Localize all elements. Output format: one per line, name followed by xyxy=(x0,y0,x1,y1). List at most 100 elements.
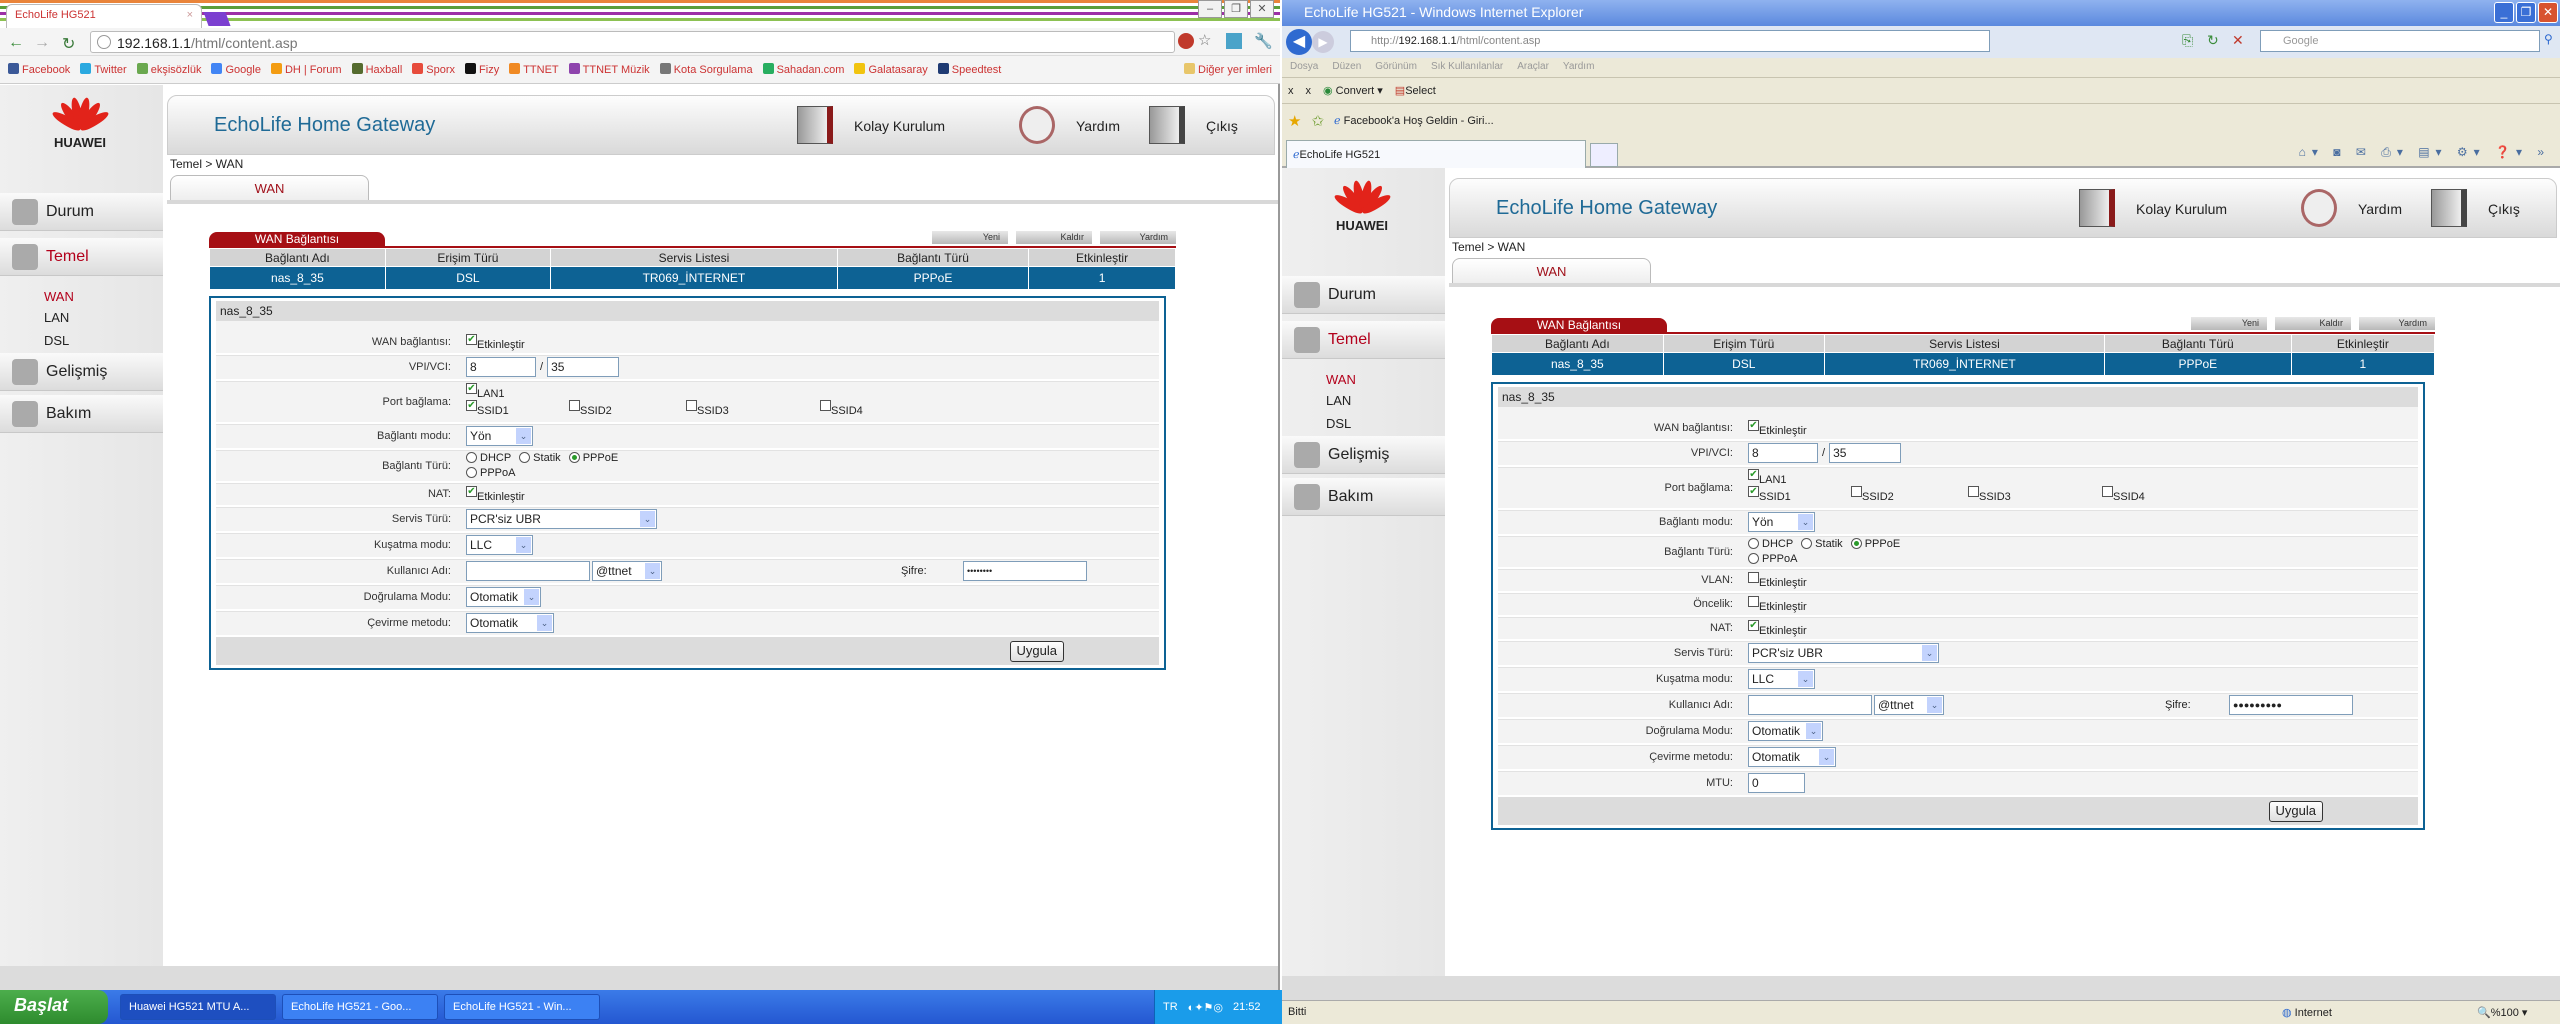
vci-input[interactable]: 35 xyxy=(547,357,620,377)
checkbox[interactable] xyxy=(1748,595,1759,607)
taskbar-item[interactable]: EchoLife HG521 - Goo... xyxy=(282,994,438,1020)
bookmark-item[interactable]: ekşisözlük xyxy=(136,63,201,76)
bookmark-item[interactable]: Kota Sorgulama xyxy=(659,63,753,76)
star-icon[interactable]: ☆ xyxy=(1198,31,1211,49)
checkbox[interactable]: ✔ xyxy=(1748,419,1759,431)
new-tab-button[interactable] xyxy=(1590,143,1618,167)
checkbox-option[interactable]: ✔SSID1 xyxy=(466,400,515,417)
bağlantı-modu-select[interactable]: Yön ⌄ xyxy=(466,426,533,446)
sidebar-subitem-lan[interactable]: LAN xyxy=(1326,393,1351,408)
favorites-star-icon[interactable]: ★ xyxy=(1288,112,1301,130)
wan-button-1[interactable]: Kaldır xyxy=(2275,317,2351,330)
sidebar-item-durum[interactable]: Durum xyxy=(1282,276,1445,314)
wan-button-2[interactable]: Yardım xyxy=(2359,317,2435,330)
sidebar-subitem-dsl[interactable]: DSL xyxy=(44,333,69,348)
username-input[interactable] xyxy=(466,561,590,581)
mtu-input[interactable]: 0 xyxy=(1748,773,1805,793)
wan-button-1[interactable]: Kaldır xyxy=(1016,231,1092,244)
checkbox-option[interactable]: SSID4 xyxy=(2102,486,2151,503)
checkbox[interactable]: ✔ xyxy=(1748,469,1759,480)
checkbox[interactable]: ✔ xyxy=(466,383,477,394)
address-bar[interactable]: http://192.168.1.1/html/content.asp xyxy=(1350,30,1990,52)
close-tab-icon[interactable]: × xyxy=(187,9,193,21)
other-bookmarks[interactable]: Diğer yer imleri xyxy=(1184,63,1272,76)
çevirme-metodu-select[interactable]: Otomatik ⌄ xyxy=(1748,747,1836,767)
checkbox-option[interactable]: ✔Etkinleştir xyxy=(1748,619,1813,637)
close-toolbar-icon[interactable]: x xyxy=(1306,85,1312,97)
domain-select[interactable]: @ttnet ⌄ xyxy=(592,561,662,581)
back-button[interactable]: ◀ xyxy=(1286,29,1312,55)
restore-icon[interactable]: ❐ xyxy=(1224,0,1248,18)
zoom-control[interactable]: 🔍%100 ▾ xyxy=(2477,1006,2527,1019)
radio-option-pppoa[interactable]: PPPoA xyxy=(1748,553,1797,565)
new-tab-button[interactable] xyxy=(203,12,231,26)
sidebar-subitem-dsl[interactable]: DSL xyxy=(1326,416,1351,431)
menu-3[interactable]: Sık Kullanılanlar xyxy=(1431,61,1503,74)
restore-icon[interactable]: ❐ xyxy=(2516,2,2536,23)
checkbox[interactable] xyxy=(2102,486,2113,497)
close-icon[interactable]: ✕ xyxy=(1250,0,1274,18)
bookmark-item[interactable]: Haxball xyxy=(351,63,402,76)
bookmark-item[interactable]: Speedtest xyxy=(937,63,1001,76)
table-row[interactable]: nas_8_35 DSL TR069_İNTERNET PPPoE 1 xyxy=(1491,352,2436,376)
language-indicator[interactable]: TR xyxy=(1163,1001,1178,1013)
checkbox-option[interactable]: SSID3 xyxy=(1968,486,2017,503)
checkbox[interactable]: ✔ xyxy=(1748,486,1759,497)
doğrulama-modu-select[interactable]: Otomatik ⌄ xyxy=(466,587,541,607)
doğrulama-modu-select[interactable]: Otomatik ⌄ xyxy=(1748,721,1823,741)
favorite-link[interactable]: ℯ Facebook'a Hoş Geldin - Giri... xyxy=(1334,114,1494,127)
checkbox-option[interactable]: ✔LAN1 xyxy=(1748,469,1793,486)
servis-türü-select[interactable]: PCR'siz UBR ⌄ xyxy=(466,509,657,529)
bağlantı-modu-select[interactable]: Yön ⌄ xyxy=(1748,512,1815,532)
wan-button-0[interactable]: Yeni xyxy=(2191,317,2267,330)
bookmark-item[interactable]: Sporx xyxy=(412,63,455,76)
checkbox[interactable] xyxy=(569,400,580,411)
start-button[interactable]: Başlat xyxy=(0,990,108,1024)
wrench-icon[interactable]: 🔧 xyxy=(1254,32,1273,50)
compat-icon[interactable]: ⎘ xyxy=(2182,32,2193,49)
checkbox-option[interactable]: ✔Etkinleştir xyxy=(466,485,531,503)
çevirme-metodu-select[interactable]: Otomatik ⌄ xyxy=(466,613,554,633)
sidebar-subitem-wan[interactable]: WAN xyxy=(44,289,74,304)
checkbox-option[interactable]: SSID2 xyxy=(1851,486,1900,503)
minimize-icon[interactable]: – xyxy=(1198,0,1222,18)
taskbar-item[interactable]: EchoLife HG521 - Win... xyxy=(444,994,600,1020)
menu-5[interactable]: Yardım xyxy=(1563,61,1595,74)
checkbox[interactable] xyxy=(1968,486,1979,497)
checkbox[interactable] xyxy=(1748,571,1759,583)
sidebar-item-bakım[interactable]: Bakım xyxy=(1282,478,1445,516)
radio-button[interactable] xyxy=(466,452,477,463)
wan-button-0[interactable]: Yeni xyxy=(932,231,1008,244)
wan-button-2[interactable]: Yardım xyxy=(1100,231,1176,244)
bookmark-item[interactable]: Twitter xyxy=(80,63,127,76)
address-bar[interactable]: 192.168.1.1/html/content.asp xyxy=(90,31,1175,53)
checkbox-option[interactable]: ✔Etkinleştir xyxy=(1748,419,1813,437)
checkbox-option[interactable]: ✔Etkinleştir xyxy=(466,333,531,351)
bookmark-item[interactable]: Facebook xyxy=(8,63,70,76)
forward-icon[interactable]: → xyxy=(34,34,50,52)
reload-icon[interactable]: ↻ xyxy=(62,34,75,54)
checkbox[interactable]: ✔ xyxy=(466,400,477,411)
checkbox-option[interactable]: SSID2 xyxy=(569,400,618,417)
bookmark-item[interactable]: Google xyxy=(211,63,261,76)
radio-button[interactable] xyxy=(1801,538,1813,549)
sidebar-subitem-lan[interactable]: LAN xyxy=(44,310,69,325)
radio-option-pppoa[interactable]: PPPoA xyxy=(466,467,515,479)
checkbox-option[interactable]: ✔LAN1 xyxy=(466,383,511,400)
checkbox-option[interactable]: SSID3 xyxy=(686,400,735,417)
checkbox-option[interactable]: Etkinleştir xyxy=(1748,595,1813,613)
tab-wan[interactable]: WAN xyxy=(1452,258,1651,283)
radio-option-pppoe[interactable]: PPPoE xyxy=(1850,538,1900,550)
checkbox[interactable]: ✔ xyxy=(466,485,477,497)
username-input[interactable] xyxy=(1748,695,1872,715)
radio-option-statik[interactable]: Statik xyxy=(1801,538,1843,550)
radio-button[interactable] xyxy=(568,452,580,463)
sidebar-subitem-wan[interactable]: WAN xyxy=(1326,372,1356,387)
chrome-tab[interactable]: EchoLife HG521 × xyxy=(6,4,202,28)
bookmark-item[interactable]: TTNET Müzik xyxy=(568,63,650,76)
extension-icon[interactable] xyxy=(1226,33,1242,49)
adblock-icon[interactable] xyxy=(1178,33,1194,49)
radio-option-statik[interactable]: Statik xyxy=(519,452,561,464)
domain-select[interactable]: @ttnet ⌄ xyxy=(1874,695,1944,715)
checkbox[interactable]: ✔ xyxy=(1748,619,1759,631)
